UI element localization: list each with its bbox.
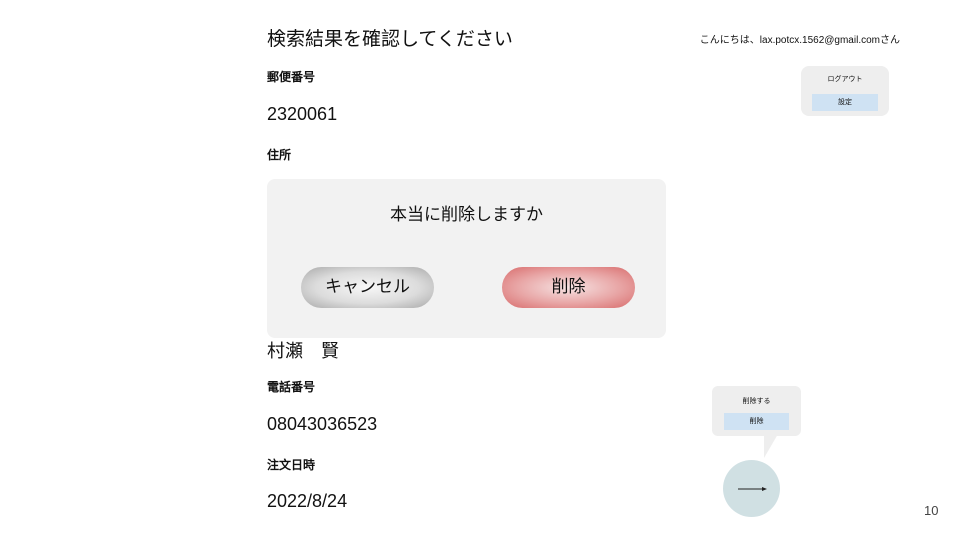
delete-button[interactable]: 削除	[502, 267, 635, 308]
page-title: 検索結果を確認してください	[267, 28, 513, 50]
tooltip-tail	[764, 434, 778, 458]
order-date-value: 2022/8/24	[267, 491, 348, 511]
next-button[interactable]	[723, 460, 780, 517]
address-label: 住所	[267, 148, 292, 162]
settings-button[interactable]: 設定	[812, 94, 878, 111]
cancel-button[interactable]: キャンセル	[301, 267, 434, 308]
phone-value: 08043036523	[267, 414, 378, 434]
order-date-label: 注文日時	[267, 458, 316, 472]
dialog-title: 本当に削除しますか	[390, 205, 543, 225]
logout-menu-item[interactable]: ログアウト	[801, 74, 889, 84]
user-greeting: こんにちは、lax.potcx.1562@gmail.comさん	[699, 35, 900, 46]
tooltip-delete-button[interactable]: 削除	[724, 413, 789, 430]
account-menu: ログアウト 設定	[801, 66, 889, 116]
name-value: 村瀬 賢	[267, 341, 339, 361]
phone-label: 電話番号	[267, 380, 316, 394]
delete-tooltip: 削除する 削除	[712, 386, 801, 436]
page-number: 10	[924, 503, 939, 518]
tooltip-label: 削除する	[742, 397, 771, 405]
arrow-right-icon	[738, 487, 767, 491]
delete-confirm-dialog: 本当に削除しますか キャンセル 削除	[267, 179, 666, 338]
postal-code-value: 2320061	[267, 104, 338, 124]
postal-code-label: 郵便番号	[267, 70, 316, 84]
